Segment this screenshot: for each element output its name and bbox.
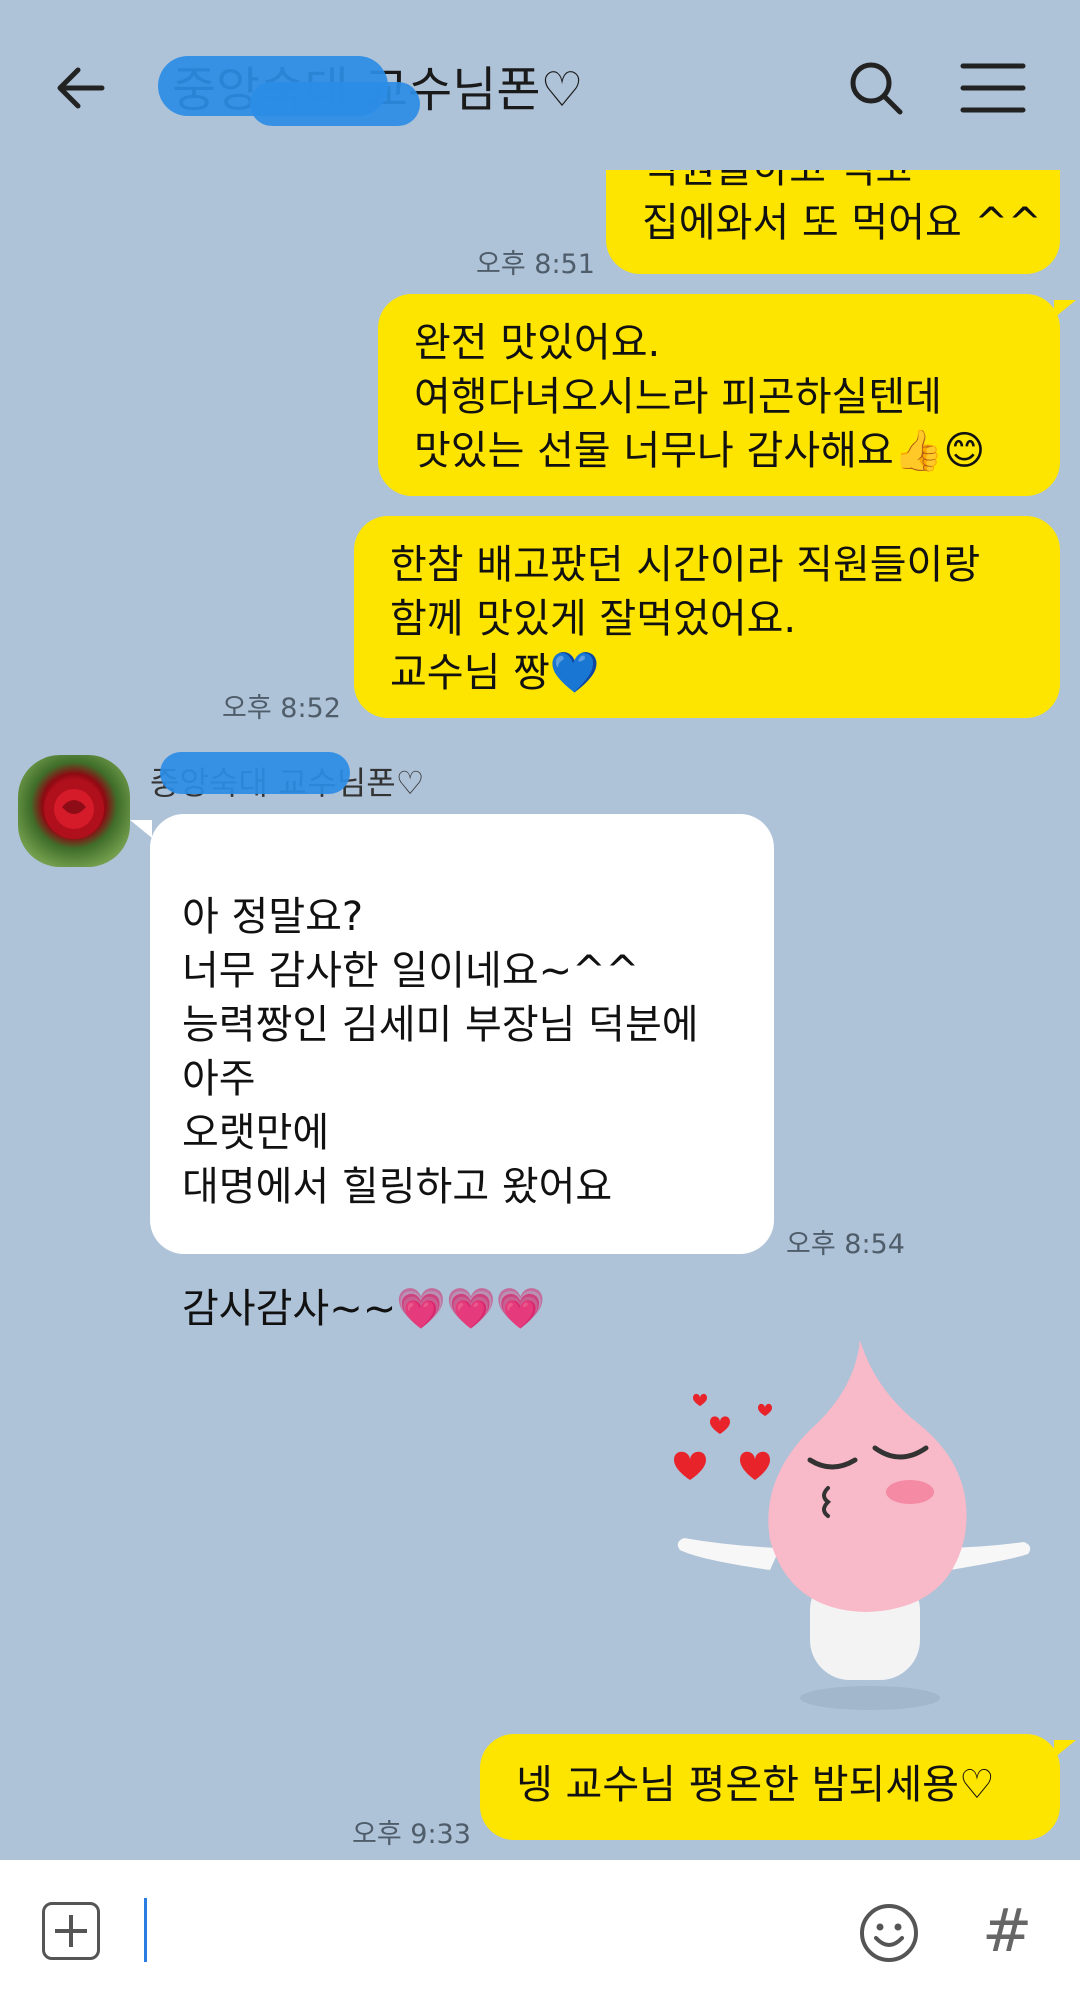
hashtag-icon[interactable]: #	[982, 1896, 1032, 1966]
message-input-bar: #	[0, 1860, 1080, 2005]
message-time: 오후 8:51	[476, 249, 595, 280]
my-message-bubble[interactable]: 완전 맛있어요. 여행다녀오시느라 피곤하실텐데 맛있는 선물 너무나 감사해요…	[378, 294, 1060, 496]
message-time: 오후 8:54	[786, 1229, 905, 1260]
bubble-tail	[1054, 1740, 1076, 1758]
message-time: 오후 8:52	[222, 693, 341, 724]
search-icon[interactable]	[846, 58, 906, 118]
text-input-cursor[interactable]	[144, 1898, 147, 1962]
redaction-mark	[160, 752, 350, 794]
message-time: 오후 9:33	[352, 1819, 471, 1850]
redaction-mark	[250, 82, 420, 126]
chat-header: 중앙숙대 교수님폰♡	[0, 0, 1080, 170]
message-text: 아 정말요? 너무 감사한 일이네요~^^ 능력짱인 김세미 부장님 덕분에 아…	[182, 894, 699, 1210]
bubble-tail	[1054, 300, 1076, 318]
my-message-bubble[interactable]: 한참 배고팠던 시간이라 직원들이랑 함께 맛있게 잘먹었어요. 교수님 짱💙	[354, 516, 1060, 718]
arrow-left-icon[interactable]	[52, 58, 112, 118]
emoji-icon[interactable]	[858, 1902, 920, 1964]
kiss-sticker[interactable]	[660, 1320, 1040, 1720]
their-message-bubble[interactable]: 아 정말요? 너무 감사한 일이네요~^^ 능력짱인 김세미 부장님 덕분에 아…	[150, 814, 774, 1332]
bubble-tail	[130, 820, 152, 838]
plus-icon[interactable]	[42, 1902, 100, 1960]
sender-avatar[interactable]	[18, 755, 130, 867]
my-message-bubble[interactable]: 넹 교수님 평온한 밤되세용♡	[480, 1734, 1060, 1840]
hamburger-menu-icon[interactable]	[960, 60, 1026, 116]
